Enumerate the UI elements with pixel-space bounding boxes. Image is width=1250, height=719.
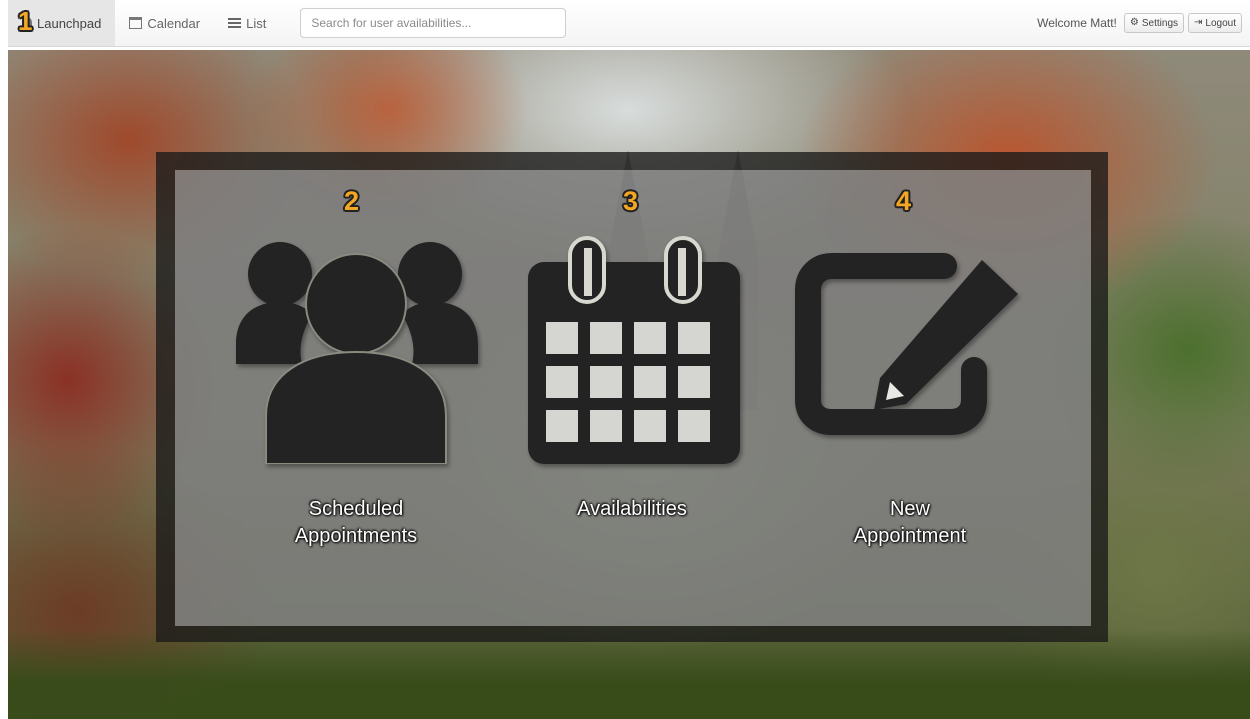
nav-list-label: List [246,15,267,31]
welcome-text: Welcome Matt! [1037,16,1117,30]
settings-label: Settings [1141,17,1179,29]
calendar-icon [129,17,143,29]
list-icon [228,18,242,28]
new-appointment-tile[interactable] [794,250,1026,436]
callout-badge: 1 [18,6,33,36]
logout-label: Logout [1205,17,1236,29]
scheduled-appointments-label[interactable]: Scheduled Appointments [246,496,466,550]
logout-button[interactable]: ⇥ Logout [1188,13,1242,33]
settings-button[interactable]: ⚙ Settings [1123,13,1185,33]
lawn-shape [8,629,1250,719]
availabilities-tile[interactable] [526,236,742,466]
callout-badge: 2 [344,186,360,216]
calendar-icon [528,236,740,464]
scheduled-appointments-tile[interactable] [232,236,482,464]
availabilities-label[interactable]: Availabilities [522,496,742,523]
logout-icon: ⇥ [1194,17,1203,28]
nav-calendar-label: Calendar [147,15,201,31]
users-icon [236,242,478,464]
callout-badge: 3 [623,186,639,216]
label-line: Scheduled [308,498,404,520]
nav-list[interactable]: List [214,0,280,46]
callout-badge: 4 [896,186,912,216]
label-line: New [889,498,930,520]
nav-launchpad-label: Launchpad [37,15,102,31]
label-line: Appointment [853,525,967,547]
gear-icon: ⚙ [1129,17,1139,28]
label-line: Appointments [294,525,418,547]
search-input[interactable] [300,8,567,38]
edit-icon [795,253,1018,435]
top-navbar: Launchpad Calendar List Welcome Matt! ⚙ … [8,0,1250,47]
nav-calendar[interactable]: Calendar [115,0,214,46]
user-area: Welcome Matt! ⚙ Settings ⇥ Logout [1037,13,1250,33]
label-line: Availabilities [577,498,687,520]
new-appointment-label[interactable]: New Appointment [800,496,1020,550]
